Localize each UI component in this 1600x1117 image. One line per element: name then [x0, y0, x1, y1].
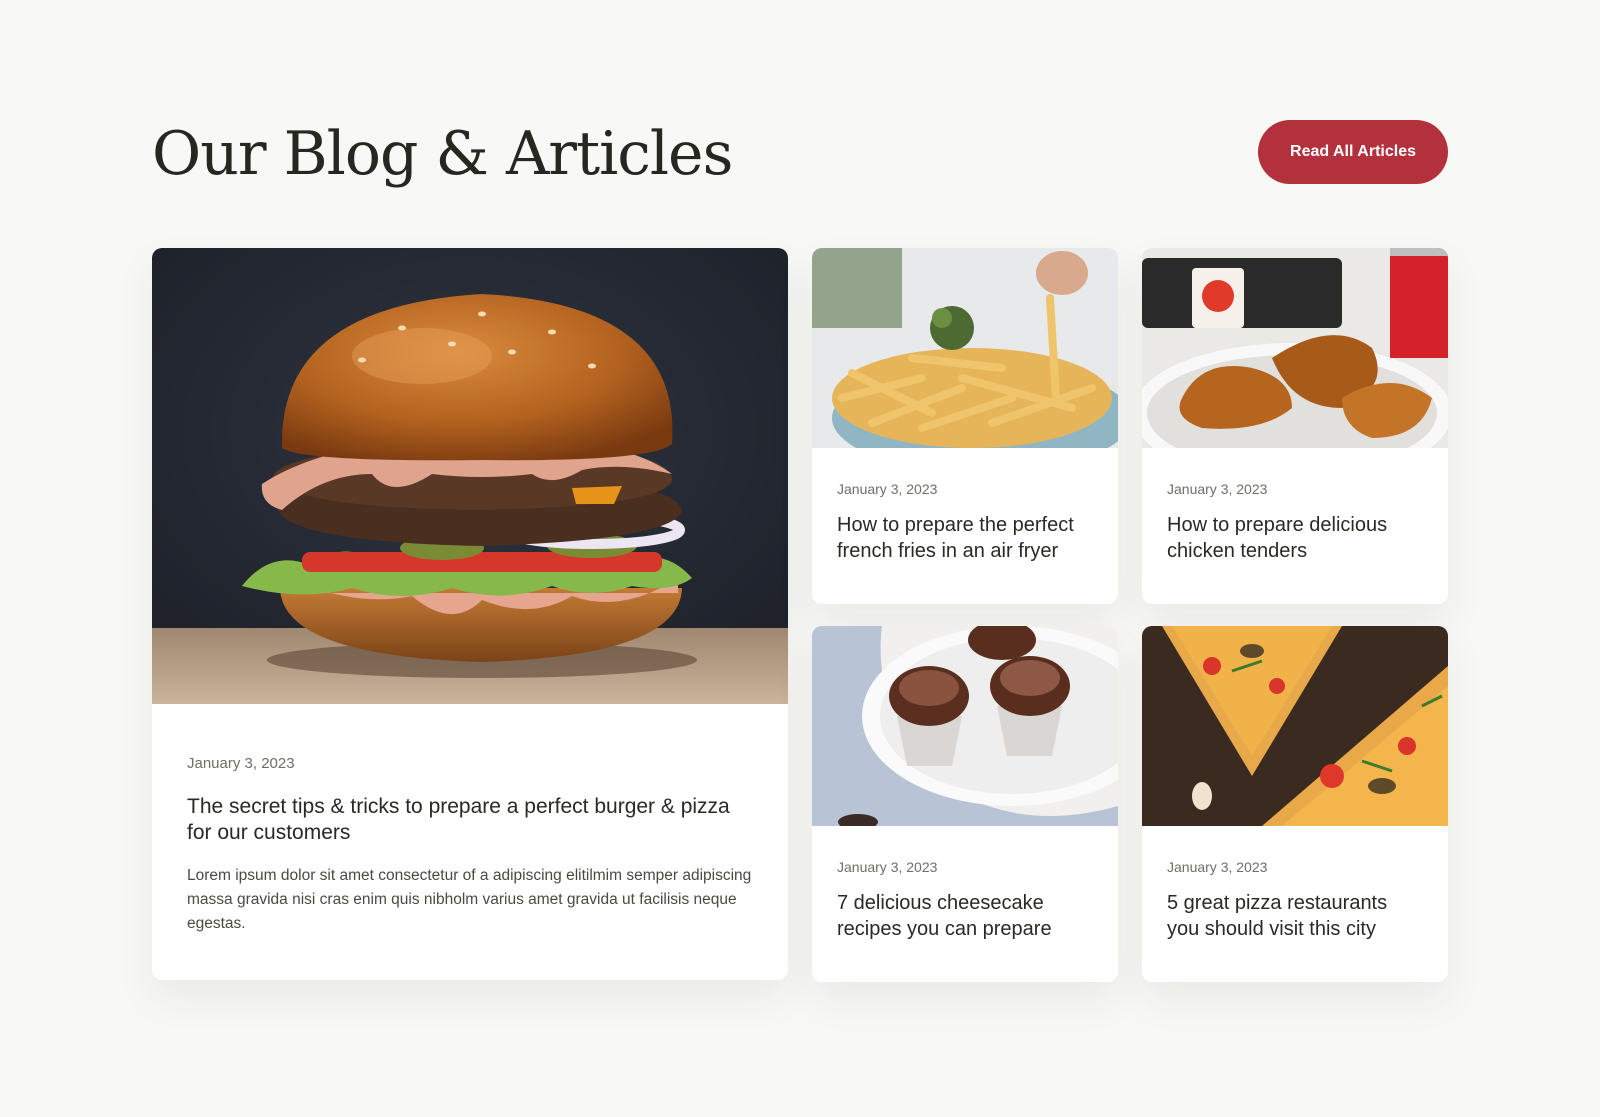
article-card-cheesecake[interactable]: January 3, 2023 7 delicious cheesecake r… [812, 626, 1118, 982]
article-card-chicken-tenders[interactable]: January 3, 2023 How to prepare delicious… [1142, 248, 1448, 604]
article-card-french-fries[interactable]: January 3, 2023 How to prepare the perfe… [812, 248, 1118, 604]
article-body: January 3, 2023 How to prepare the perfe… [812, 448, 1118, 604]
article-date: January 3, 2023 [837, 481, 938, 497]
featured-article-excerpt: Lorem ipsum dolor sit amet consectetur o… [187, 867, 752, 932]
article-date: January 3, 2023 [1167, 481, 1268, 497]
featured-article-image[interactable] [152, 248, 788, 704]
article-image[interactable] [812, 248, 1118, 448]
article-image[interactable] [1142, 626, 1448, 826]
featured-article-card[interactable]: January 3, 2023 The secret tips & tricks… [152, 248, 788, 980]
blog-section: Our Blog & Articles Read All Articles Ja… [152, 0, 1448, 1117]
article-date: January 3, 2023 [837, 859, 938, 875]
article-image[interactable] [812, 626, 1118, 826]
article-card-pizza-restaurants[interactable]: January 3, 2023 5 great pizza restaurant… [1142, 626, 1448, 982]
french-fries-photo [812, 248, 1118, 448]
cupcakes-photo [812, 626, 1118, 826]
read-all-articles-button[interactable]: Read All Articles [1258, 120, 1448, 184]
chicken-tenders-photo [1142, 248, 1448, 448]
featured-article-title[interactable]: The secret tips & tricks to prepare a pe… [187, 794, 753, 846]
article-image[interactable] [1142, 248, 1448, 448]
article-body: January 3, 2023 5 great pizza restaurant… [1142, 826, 1448, 982]
article-title[interactable]: 7 delicious cheesecake recipes you can p… [837, 890, 1093, 942]
article-date: January 3, 2023 [187, 755, 295, 772]
article-title[interactable]: How to prepare delicious chicken tenders [1167, 512, 1423, 564]
pizza-photo [1142, 626, 1448, 826]
section-title: Our Blog & Articles [152, 119, 733, 189]
article-title[interactable]: 5 great pizza restaurants you should vis… [1167, 890, 1423, 942]
article-body: January 3, 2023 7 delicious cheesecake r… [812, 826, 1118, 982]
featured-article-body: January 3, 2023 The secret tips & tricks… [152, 704, 788, 980]
article-date: January 3, 2023 [1167, 859, 1268, 875]
article-body: January 3, 2023 How to prepare delicious… [1142, 448, 1448, 604]
article-title[interactable]: How to prepare the perfect french fries … [837, 512, 1093, 564]
burger-photo [152, 248, 788, 704]
blog-header: Our Blog & Articles Read All Articles [152, 112, 1448, 202]
